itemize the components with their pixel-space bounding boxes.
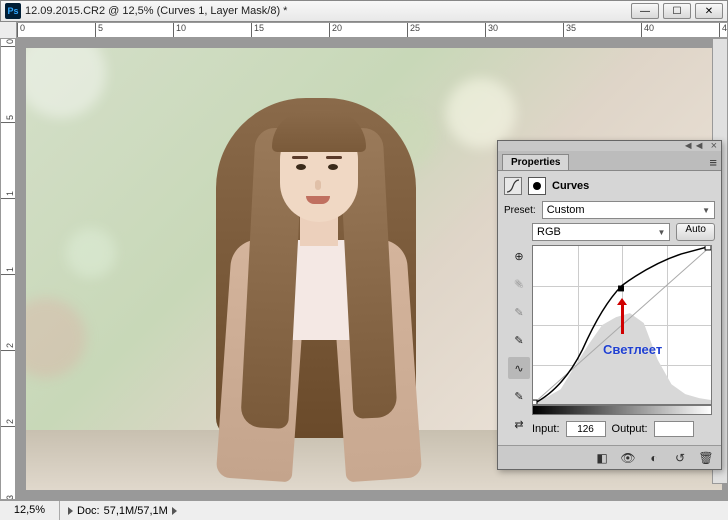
app-icon: Ps	[5, 3, 21, 19]
document-title: 12.09.2015.CR2 @ 12,5% (Curves 1, Layer …	[25, 5, 631, 17]
tab-properties[interactable]: Properties	[502, 154, 569, 170]
auto-button[interactable]: Auto	[676, 223, 715, 241]
curves-graph[interactable]: Светлеет	[532, 245, 712, 405]
smooth-tool[interactable]: ⇄	[508, 413, 530, 435]
toggle-visibility-icon[interactable]: 👁	[619, 449, 637, 467]
output-value-field[interactable]	[654, 421, 694, 437]
input-gradient[interactable]	[532, 405, 712, 415]
annotation-arrow	[621, 304, 624, 334]
doc-menu-icon[interactable]	[172, 507, 177, 515]
delete-icon[interactable]: 🗑	[697, 449, 715, 467]
ruler-horizontal[interactable]: 051015202530354045	[16, 22, 728, 38]
statusbar-menu-icon[interactable]	[68, 507, 73, 515]
annotation-text: Светлеет	[603, 342, 662, 357]
minimize-button[interactable]: —	[631, 3, 659, 19]
reset-icon[interactable]: ↺	[671, 449, 689, 467]
titlebar: Ps 12.09.2015.CR2 @ 12,5% (Curves 1, Lay…	[0, 0, 728, 22]
view-previous-icon[interactable]: ◐	[645, 449, 663, 467]
preset-label: Preset:	[504, 205, 536, 216]
output-label: Output:	[612, 423, 648, 435]
statusbar: 12,5% Doc: 57,1M/57,1M	[0, 500, 728, 520]
black-point-eyedropper[interactable]: ✎	[508, 329, 530, 351]
curves-adjustment-icon	[504, 177, 522, 195]
input-label: Input:	[532, 423, 560, 435]
gray-point-eyedropper[interactable]: ✎	[508, 301, 530, 323]
clip-to-layer-icon[interactable]: ◧	[593, 449, 611, 467]
properties-panel: ◄◄ × Properties ≡ Curves Preset: Custom▼…	[497, 140, 722, 470]
ruler-vertical[interactable]: 0511223	[0, 38, 16, 500]
subject-portrait	[176, 68, 456, 490]
adjustment-name: Curves	[552, 180, 589, 192]
edit-points-tool[interactable]: ∿	[508, 357, 530, 379]
maximize-button[interactable]: ☐	[663, 3, 691, 19]
zoom-level[interactable]: 12,5%	[0, 501, 60, 520]
panel-menu-icon[interactable]: ≡	[709, 155, 717, 170]
preset-select[interactable]: Custom▼	[542, 201, 715, 219]
collapse-icon[interactable]: ◄◄	[683, 140, 705, 152]
doc-label: Doc:	[77, 505, 100, 517]
close-button[interactable]: ✕	[695, 3, 723, 19]
white-point-eyedropper[interactable]: ✎	[508, 273, 530, 295]
target-adjust-tool[interactable]: ⊕	[508, 245, 530, 267]
draw-curve-tool[interactable]: ✎	[508, 385, 530, 407]
channel-select[interactable]: RGB▼	[532, 223, 670, 241]
layer-mask-icon[interactable]	[528, 177, 546, 195]
panel-close-icon[interactable]: ×	[711, 140, 717, 152]
doc-size: 57,1M/57,1M	[104, 505, 168, 517]
input-value-field[interactable]	[566, 421, 606, 437]
